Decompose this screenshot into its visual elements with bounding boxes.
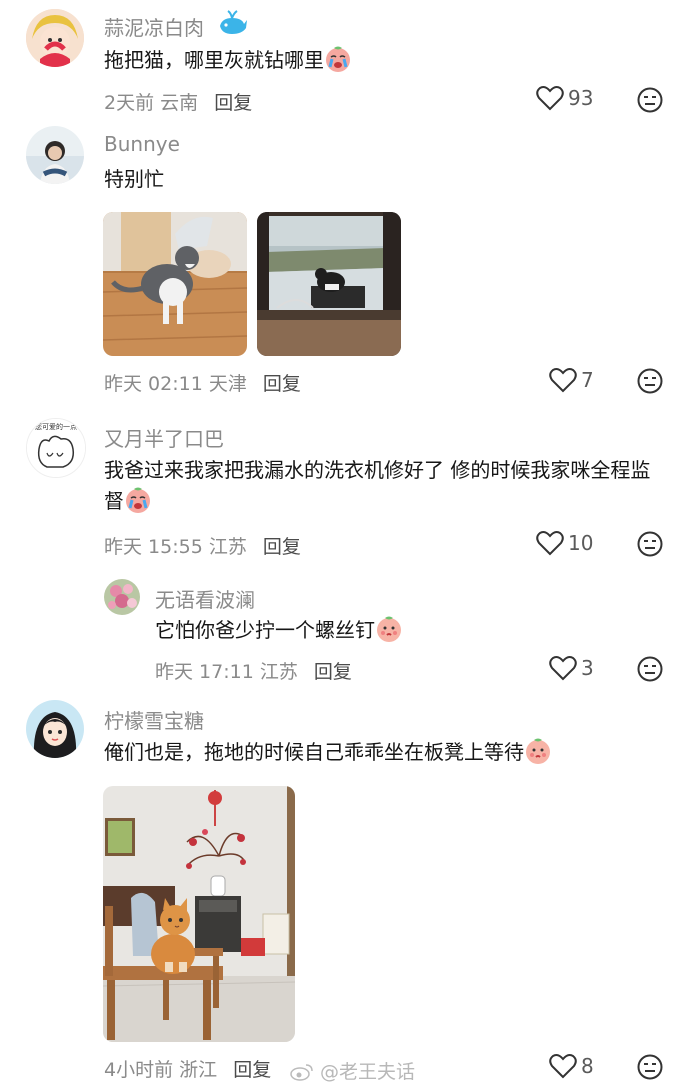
weibo-icon xyxy=(290,1062,314,1087)
comment-photo[interactable] xyxy=(257,212,401,356)
comment-photo[interactable] xyxy=(103,786,295,1042)
like-button[interactable]: 3 xyxy=(549,655,594,681)
comment-text: 特别忙 xyxy=(104,167,164,191)
like-count: 7 xyxy=(581,368,594,392)
like-button[interactable]: 7 xyxy=(549,367,594,393)
comment-location: 浙江 xyxy=(179,1059,218,1081)
comment-meta: 昨天 17:11 江苏 回复 xyxy=(155,657,352,684)
comment-date: 昨天 02:11 xyxy=(104,373,203,395)
avatar[interactable] xyxy=(26,126,84,184)
reply-button[interactable]: 回复 xyxy=(263,373,301,395)
like-button[interactable]: 8 xyxy=(549,1053,594,1079)
reply-button[interactable]: 回复 xyxy=(263,536,301,558)
avatar[interactable]: 您可爱的一点 xyxy=(26,418,86,478)
crying-emoji-icon xyxy=(324,45,352,73)
dislike-icon[interactable] xyxy=(637,87,663,113)
comment-text-content: 拖把猫，哪里灰就钻哪里 xyxy=(104,48,324,72)
like-count: 10 xyxy=(568,531,594,555)
comment-meta: 昨天 15:55 江苏 回复 xyxy=(104,532,301,559)
comment-meta: 4小时前 浙江 回复 xyxy=(104,1055,271,1082)
comment-text: 它怕你爸少拧一个螺丝钉 xyxy=(155,615,665,646)
comment-photo[interactable] xyxy=(103,212,247,356)
comment-location: 江苏 xyxy=(208,536,247,558)
avatar-caption: 您可爱的一点 xyxy=(35,422,77,431)
like-count: 3 xyxy=(581,656,594,680)
comment-text-content: 它怕你爸少拧一个螺丝钉 xyxy=(155,618,375,642)
comment-text: 我爸过来我家把我漏水的洗衣机修好了 修的时候我家咪全程监督 xyxy=(104,455,666,517)
peach-emoji-icon xyxy=(524,737,552,765)
watermark: @老王夫话 xyxy=(290,1057,415,1087)
heart-icon xyxy=(549,368,577,393)
comment-username[interactable]: 无语看波澜 xyxy=(155,584,255,613)
crying-emoji-icon xyxy=(124,486,152,514)
like-button[interactable]: 10 xyxy=(536,530,593,556)
reply-button[interactable]: 回复 xyxy=(233,1059,271,1081)
comment-username[interactable]: 又月半了口巴 xyxy=(104,423,224,452)
heart-icon xyxy=(536,86,564,111)
heart-icon xyxy=(549,656,577,681)
avatar[interactable] xyxy=(26,9,84,67)
comment-date: 4小时前 xyxy=(104,1059,174,1081)
dislike-icon[interactable] xyxy=(637,656,663,682)
like-button[interactable]: 93 xyxy=(536,85,593,111)
comment-date: 昨天 17:11 xyxy=(155,661,254,683)
comment-text-content: 俺们也是，拖地的时候自己乖乖坐在板凳上等待 xyxy=(104,740,524,764)
like-count: 93 xyxy=(568,86,594,110)
comment-text-content: 我爸过来我家把我漏水的洗衣机修好了 修的时候我家咪全程监督 xyxy=(104,458,651,513)
whale-icon xyxy=(218,10,248,40)
avatar[interactable] xyxy=(104,579,140,615)
comment-username[interactable]: Bunnye xyxy=(104,132,180,156)
peach-emoji-icon xyxy=(375,615,403,643)
heart-icon xyxy=(549,1054,577,1079)
comment-date: 2天前 xyxy=(104,92,155,114)
comment-text: 拖把猫，哪里灰就钻哪里 xyxy=(104,45,664,76)
heart-icon xyxy=(536,531,564,556)
comment-meta: 昨天 02:11 天津 回复 xyxy=(104,369,301,396)
comment-location: 天津 xyxy=(208,373,247,395)
dislike-icon[interactable] xyxy=(637,368,663,394)
comment-text: 俺们也是，拖地的时候自己乖乖坐在板凳上等待 xyxy=(104,737,664,768)
reply-button[interactable]: 回复 xyxy=(314,661,352,683)
comment-location: 江苏 xyxy=(259,661,298,683)
dislike-icon[interactable] xyxy=(637,531,663,557)
comment-location: 云南 xyxy=(160,92,199,114)
comment-date: 昨天 15:55 xyxy=(104,536,203,558)
avatar[interactable] xyxy=(26,700,84,758)
watermark-text: @老王夫话 xyxy=(320,1061,416,1083)
dislike-icon[interactable] xyxy=(637,1054,663,1080)
reply-button[interactable]: 回复 xyxy=(214,92,252,114)
like-count: 8 xyxy=(581,1054,594,1078)
comment-username[interactable]: 柠檬雪宝糖 xyxy=(104,705,204,734)
comment-username[interactable]: 蒜泥凉白肉 xyxy=(104,12,204,41)
comment-meta: 2天前 云南 回复 xyxy=(104,88,252,115)
